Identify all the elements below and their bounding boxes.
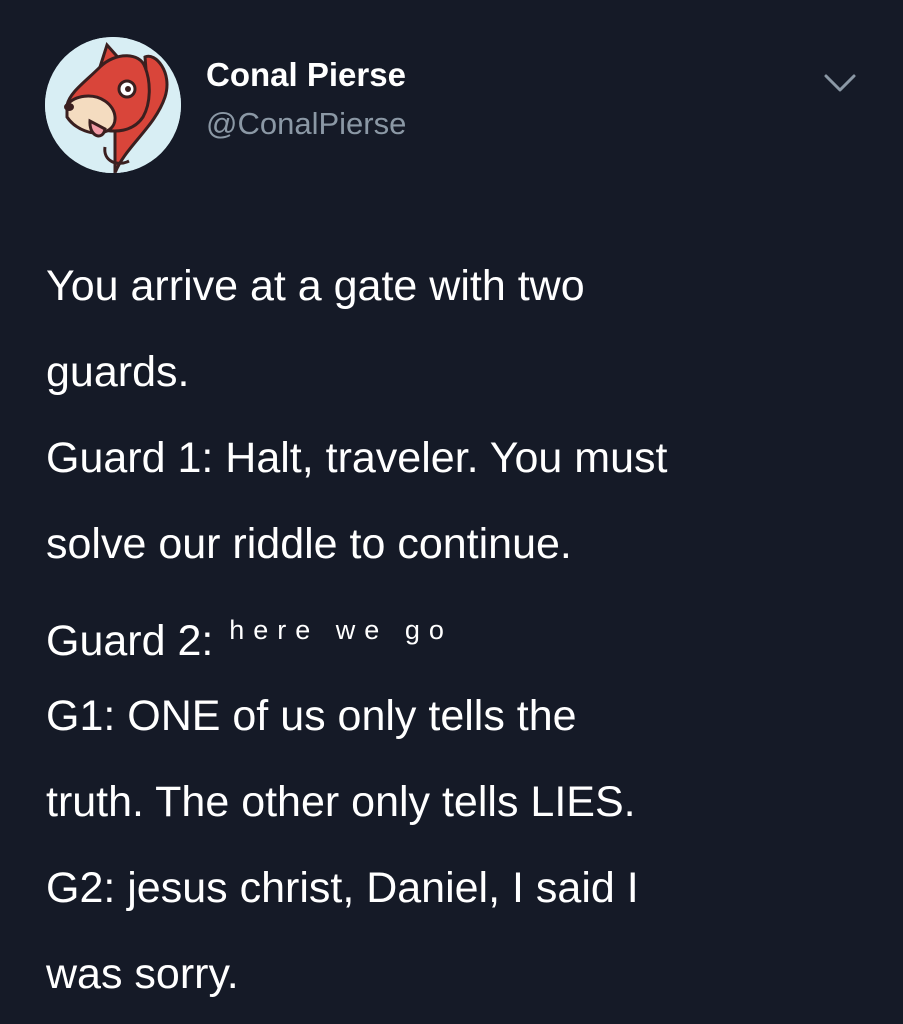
tweet-line: Guard 1: Halt, traveler. You must	[46, 434, 668, 482]
tweet-line: G2: jesus christ, Daniel, I said I	[46, 864, 639, 912]
squirrel-avatar-icon	[45, 37, 181, 173]
tweet-line: was sorry.	[46, 950, 239, 998]
tweet-line: guards.	[46, 348, 190, 396]
spaced-here-we-go: here we go	[229, 615, 453, 645]
tweet-line: G1: ONE of us only tells the	[46, 692, 577, 740]
tweet-line: truth. The other only tells LIES.	[46, 778, 636, 826]
tweet-line: solve our riddle to continue.	[46, 520, 572, 568]
tweet-line: You arrive at a gate with two	[46, 262, 585, 310]
author-display-name[interactable]: Conal Pierse	[206, 56, 406, 94]
guard2-prefix: Guard 2:	[46, 617, 226, 665]
tweet-text: You arrive at a gate with two guards. Gu…	[46, 243, 876, 1017]
author-handle[interactable]: @ConalPierse	[206, 106, 406, 142]
avatar[interactable]	[45, 37, 181, 173]
tweet-card: Conal Pierse @ConalPierse You arrive at …	[0, 0, 903, 1024]
chevron-down-icon[interactable]	[820, 68, 860, 98]
tweet-line-guard2: Guard 2: here we go	[46, 587, 876, 673]
